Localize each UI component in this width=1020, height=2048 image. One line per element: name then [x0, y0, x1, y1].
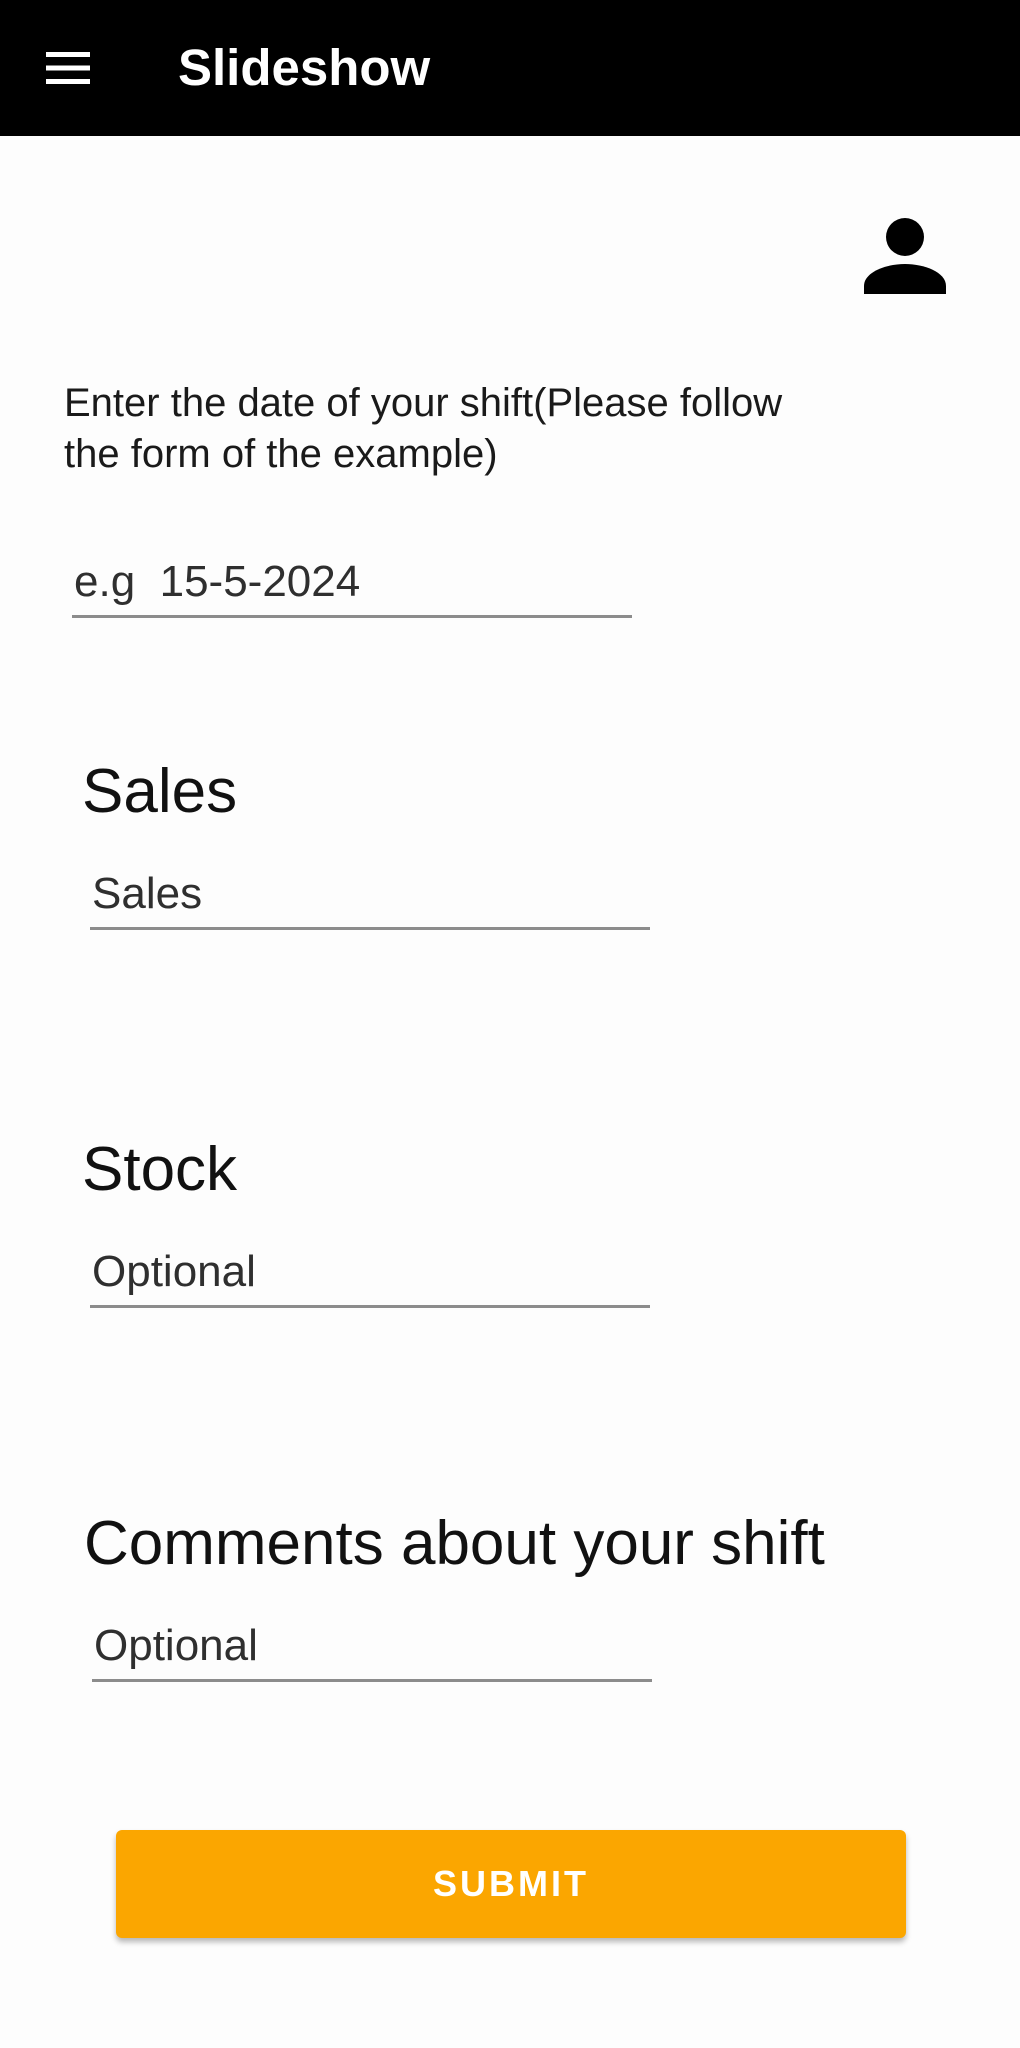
date-input[interactable] [74, 556, 632, 607]
comments-field-container [92, 1612, 652, 1682]
stock-field-container [90, 1238, 650, 1308]
app-title: Slideshow [178, 39, 431, 96]
date-field-container [72, 548, 632, 618]
person-icon [864, 218, 946, 294]
stock-input[interactable] [92, 1246, 650, 1297]
shift-form-screen: Slideshow Enter the date of your shift(P… [0, 0, 1020, 2048]
comments-label: Comments about your shift [84, 1509, 825, 1578]
sales-label: Sales [82, 757, 238, 826]
sales-input[interactable] [92, 868, 650, 919]
profile-button[interactable] [860, 210, 950, 300]
app-bar: Slideshow [0, 0, 1020, 136]
menu-button[interactable] [38, 38, 98, 98]
comments-input[interactable] [94, 1620, 652, 1671]
date-instruction-text: Enter the date of your shift(Please foll… [64, 381, 783, 476]
hamburger-menu-icon [46, 52, 90, 84]
stock-label: Stock [82, 1135, 238, 1204]
sales-field-container [90, 860, 650, 930]
submit-button[interactable]: SUBMIT [116, 1830, 906, 1938]
